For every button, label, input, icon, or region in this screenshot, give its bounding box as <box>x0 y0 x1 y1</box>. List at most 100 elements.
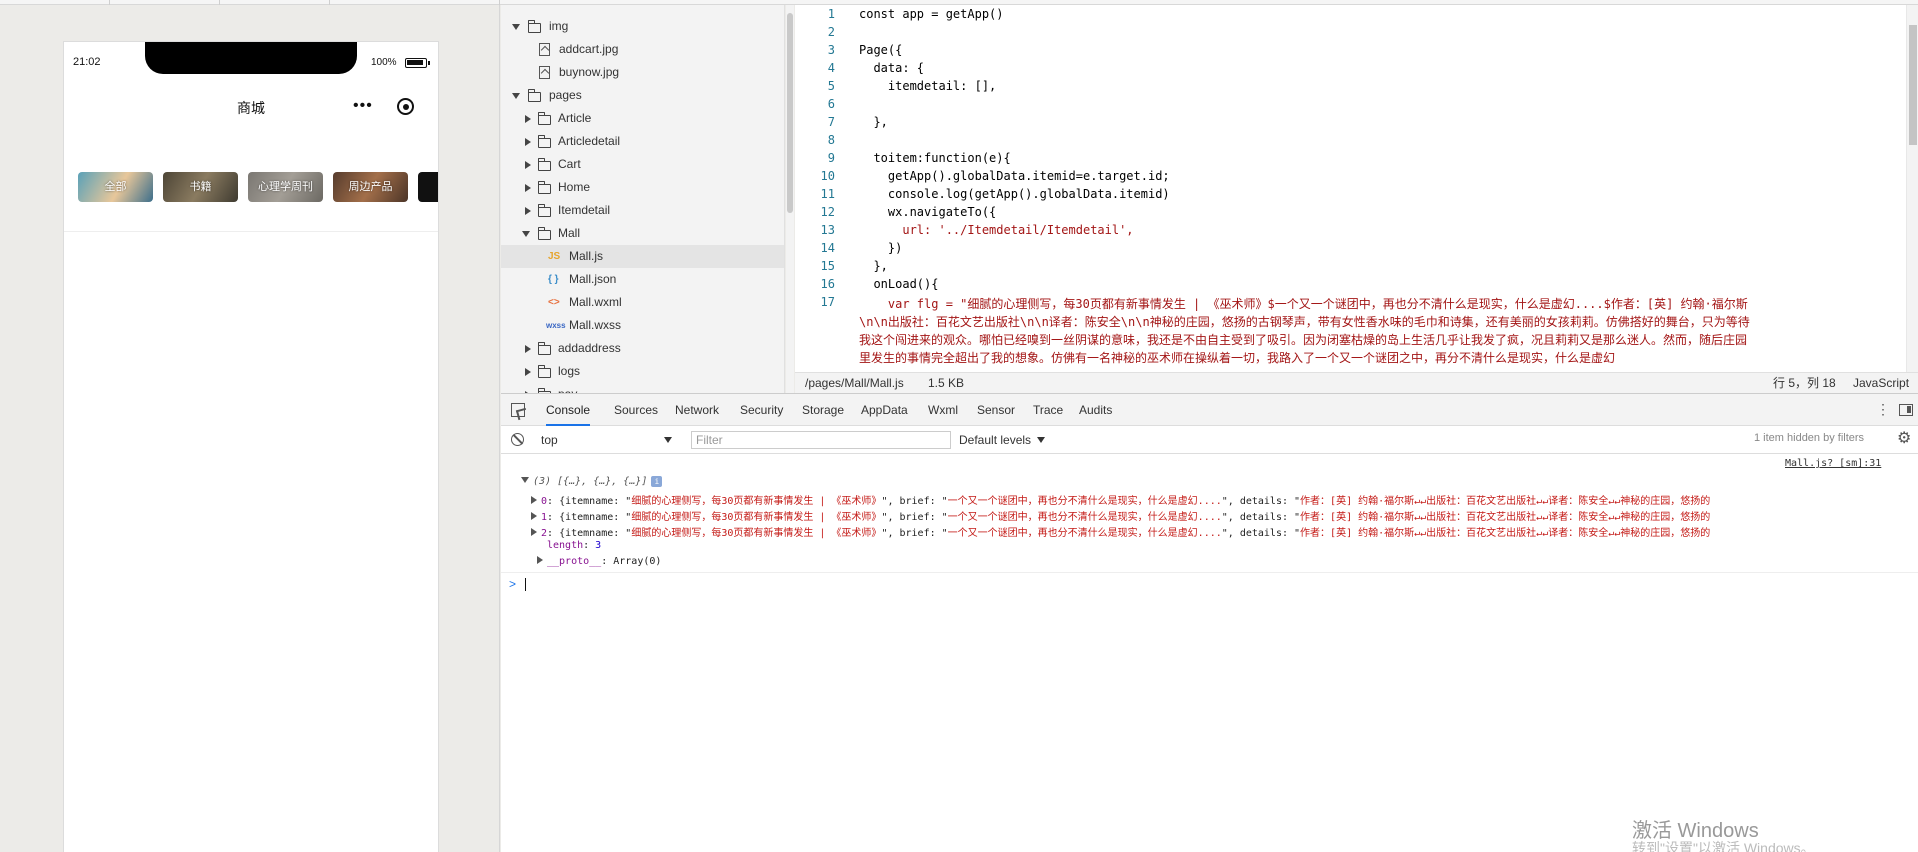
scrollbar-thumb[interactable] <box>787 13 793 213</box>
expand-closed-icon[interactable] <box>531 512 537 520</box>
hidden-items-text: 1 item hidden by filters <box>1754 432 1865 444</box>
category-merch[interactable]: 周边产品 <box>333 172 408 202</box>
tree-item-article[interactable]: Article <box>501 107 784 130</box>
console-cursor[interactable] <box>525 578 526 591</box>
tree-item-addcart[interactable]: addcart.jpg <box>501 38 784 61</box>
expand-closed-icon[interactable] <box>531 528 537 536</box>
expand-open-icon[interactable] <box>512 24 520 30</box>
code-line: }, <box>859 259 888 273</box>
code-line: Page({ <box>859 43 903 57</box>
expand-closed-icon[interactable] <box>525 207 531 215</box>
activation-watermark-sub: 转到"设置"以激活 Windows。 <box>1632 840 1815 852</box>
expand-closed-icon[interactable] <box>525 138 531 146</box>
tree-item-pages[interactable]: pages <box>501 84 784 107</box>
expand-open-icon[interactable] <box>512 93 520 99</box>
array-proto[interactable]: __proto__: Array(0) <box>537 556 1918 567</box>
folder-icon <box>538 365 551 378</box>
log-entry[interactable]: 1: {itemname: "细腻的心理侧写，每30页都有新事情发生 | 《巫术… <box>531 508 1918 523</box>
file-path: /pages/Mall/Mall.js <box>805 376 904 390</box>
expand-closed-icon[interactable] <box>525 115 531 123</box>
expand-closed-icon[interactable] <box>525 345 531 353</box>
kebab-menu-icon[interactable]: ⋮ <box>1876 401 1890 418</box>
tab-audits[interactable]: Audits <box>1079 394 1112 426</box>
line-number: 13 <box>820 223 835 237</box>
log-levels-dropdown[interactable]: Default levels <box>959 431 1049 449</box>
dock-side-icon[interactable] <box>1899 404 1913 416</box>
tab-security[interactable]: Security <box>740 394 783 426</box>
tab-network[interactable]: Network <box>675 394 719 426</box>
expand-open-icon[interactable] <box>522 231 530 237</box>
tab-storage[interactable]: Storage <box>802 394 844 426</box>
inspect-element-icon[interactable] <box>511 403 525 417</box>
tree-item-mall-js[interactable]: JS Mall.js <box>501 245 784 268</box>
tree-item-logs[interactable]: logs <box>501 360 784 383</box>
log-array-header[interactable]: (3) [{…}, {…}, {…}] i <box>521 476 1918 487</box>
tree-item-cart[interactable]: Cart <box>501 153 784 176</box>
folder-icon <box>538 181 551 194</box>
scrollbar-thumb[interactable] <box>1909 25 1917 145</box>
cursor-position[interactable]: 行 5，列 18 <box>1773 373 1836 393</box>
line-number: 4 <box>827 61 835 75</box>
details-value: 作者：[英] 约翰·福尔斯↵↵出版社：百花文艺出版社↵↵译者：陈安全↵↵神秘的庄… <box>1300 512 1711 523</box>
more-icon[interactable]: ••• <box>353 98 373 114</box>
log-entry[interactable]: 0: {itemname: "细腻的心理侧写，每30页都有新事情发生 | 《巫术… <box>531 492 1918 507</box>
folder-icon <box>528 89 541 102</box>
tree-item-label: pages <box>549 88 582 102</box>
code-line: toitem:function(e){ <box>859 151 1011 165</box>
expand-closed-icon[interactable] <box>537 556 543 564</box>
clear-console-icon[interactable] <box>511 433 524 446</box>
tree-item-articledetail[interactable]: Articledetail <box>501 130 784 153</box>
tree-item-mall-wxss[interactable]: wxss Mall.wxss <box>501 314 784 337</box>
tree-item-label: pay <box>558 383 577 393</box>
brief-key: brief <box>899 496 930 507</box>
context-select[interactable]: top <box>538 431 678 449</box>
simulator-panel: 21:02 100% 商城 ••• 全部 书籍 心理学周刊 周边产品 其他 <box>0 5 500 852</box>
tree-item-addaddress[interactable]: addaddress <box>501 337 784 360</box>
tree-item-buynow[interactable]: buynow.jpg <box>501 61 784 84</box>
line-number: 14 <box>820 241 835 255</box>
tree-scrollbar[interactable] <box>786 5 794 393</box>
tree-item-label: Itemdetail <box>558 203 611 217</box>
expand-open-icon[interactable] <box>521 477 529 483</box>
log-entry[interactable]: 2: {itemname: "细腻的心理侧写，每30页都有新事情发生 | 《巫术… <box>531 524 1918 539</box>
tab-console[interactable]: Console <box>546 394 591 426</box>
category-all[interactable]: 全部 <box>78 172 153 202</box>
expand-closed-icon[interactable] <box>525 184 531 192</box>
tree-item-mall-json[interactable]: { } Mall.json <box>501 268 784 291</box>
capsule-close-icon[interactable] <box>397 98 414 115</box>
tree-item-label: Mall <box>558 226 581 240</box>
page-title: 商城 <box>237 100 265 116</box>
tree-item-mall[interactable]: Mall <box>501 222 784 245</box>
console-toolbar: top Filter Default levels 1 item hidden … <box>501 426 1918 454</box>
editor-scrollbar[interactable] <box>1906 5 1918 372</box>
tab-appdata[interactable]: AppData <box>861 394 908 426</box>
folder-icon <box>538 158 551 171</box>
file-tree: img addcart.jpg buynow.jpg pages Article… <box>501 5 785 393</box>
console-output[interactable]: Mall.js? [sm]:31 (3) [{…}, {…}, {…}] i 0:… <box>501 454 1918 852</box>
code-line: getApp().globalData.itemid=e.target.id; <box>859 169 1170 183</box>
expand-closed-icon[interactable] <box>531 496 537 504</box>
expand-closed-icon[interactable] <box>525 161 531 169</box>
category-other[interactable]: 其他 <box>418 172 438 202</box>
tab-wxml[interactable]: Wxml <box>928 394 958 426</box>
tree-item-label: Mall.json <box>569 272 617 286</box>
tab-sources[interactable]: Sources <box>614 394 658 426</box>
tab-trace[interactable]: Trace <box>1033 394 1063 426</box>
devtools-tab-bar: Console Sources Network Security Storage… <box>501 394 1918 426</box>
language-mode[interactable]: JavaScript <box>1853 373 1909 393</box>
tree-item-home[interactable]: Home <box>501 176 784 199</box>
tab-sensor[interactable]: Sensor <box>977 394 1015 426</box>
category-psych-weekly[interactable]: 心理学周刊 <box>248 172 323 202</box>
info-icon[interactable]: i <box>651 476 663 487</box>
code-editor[interactable]: 1 2 3 4 5 6 7 8 9 10 11 12 13 14 15 16 1… <box>795 5 1918 372</box>
filter-input[interactable]: Filter <box>691 431 951 449</box>
gear-icon[interactable]: ⚙ <box>1897 430 1911 448</box>
tree-item-pay[interactable]: pay <box>501 383 784 393</box>
tree-item-itemdetail[interactable]: Itemdetail <box>501 199 784 222</box>
tree-item-img[interactable]: img <box>501 15 784 38</box>
expand-closed-icon[interactable] <box>525 368 531 376</box>
tree-item-mall-wxml[interactable]: <> Mall.wxml <box>501 291 784 314</box>
category-books[interactable]: 书籍 <box>163 172 238 202</box>
source-link[interactable]: Mall.js? [sm]:31 <box>1785 458 1881 469</box>
brief-value: 一个又一个谜团中，再也分不清什么是现实，什么是虚幻.... <box>947 512 1222 523</box>
